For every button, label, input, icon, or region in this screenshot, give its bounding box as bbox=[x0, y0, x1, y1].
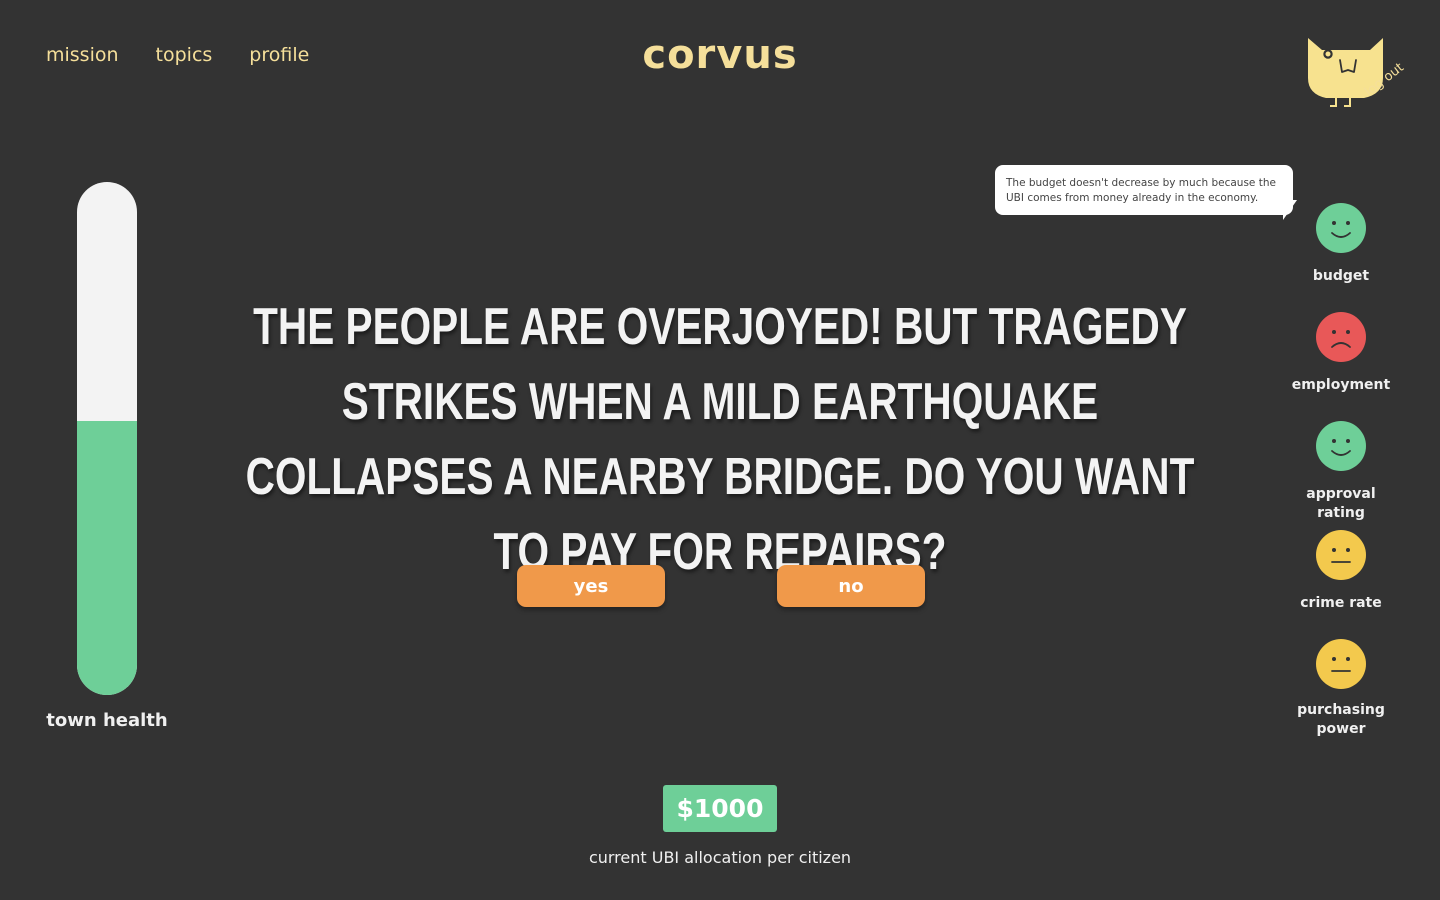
metric-label: employment bbox=[1291, 377, 1391, 393]
budget-tooltip: The budget doesn't decrease by much beca… bbox=[995, 165, 1293, 215]
metric-label: crime rate bbox=[1300, 595, 1382, 611]
employment-sad-face-icon bbox=[1316, 312, 1366, 362]
brand-logo-text: corvus bbox=[642, 32, 798, 78]
town-health-fill bbox=[77, 420, 137, 695]
question-container: The people are overjoyed! But tragedy st… bbox=[246, 290, 1195, 590]
crime-rate-neutral-face-icon bbox=[1316, 530, 1366, 580]
metric-budget[interactable]: budget bbox=[1281, 203, 1401, 286]
metric-label: budget bbox=[1312, 268, 1370, 284]
purchasing-power-neutral-face-icon bbox=[1316, 639, 1366, 689]
budget-happy-face-icon bbox=[1316, 203, 1366, 253]
yes-button[interactable]: yes bbox=[517, 565, 665, 607]
metric-employment[interactable]: employment bbox=[1281, 312, 1401, 395]
metric-crime-rate[interactable]: crime rate bbox=[1281, 530, 1401, 613]
metric-label: approval rating bbox=[1306, 486, 1376, 521]
ubi-amount-badge: $1000 bbox=[663, 785, 777, 832]
question-text: The people are overjoyed! But tragedy st… bbox=[245, 298, 1195, 581]
town-health-bar bbox=[77, 182, 137, 695]
town-health-label: town health bbox=[46, 710, 168, 731]
metric-label: purchasing power bbox=[1297, 702, 1385, 737]
metric-purchasing-power[interactable]: purchasing power bbox=[1271, 639, 1411, 739]
no-button[interactable]: no bbox=[777, 565, 925, 607]
metric-approval-rating[interactable]: approval rating bbox=[1281, 421, 1401, 523]
ubi-caption: current UBI allocation per citizen bbox=[588, 848, 852, 867]
page: mission topics profile corvus log out to… bbox=[0, 0, 1440, 900]
approval-rating-happy-face-icon bbox=[1316, 421, 1366, 471]
